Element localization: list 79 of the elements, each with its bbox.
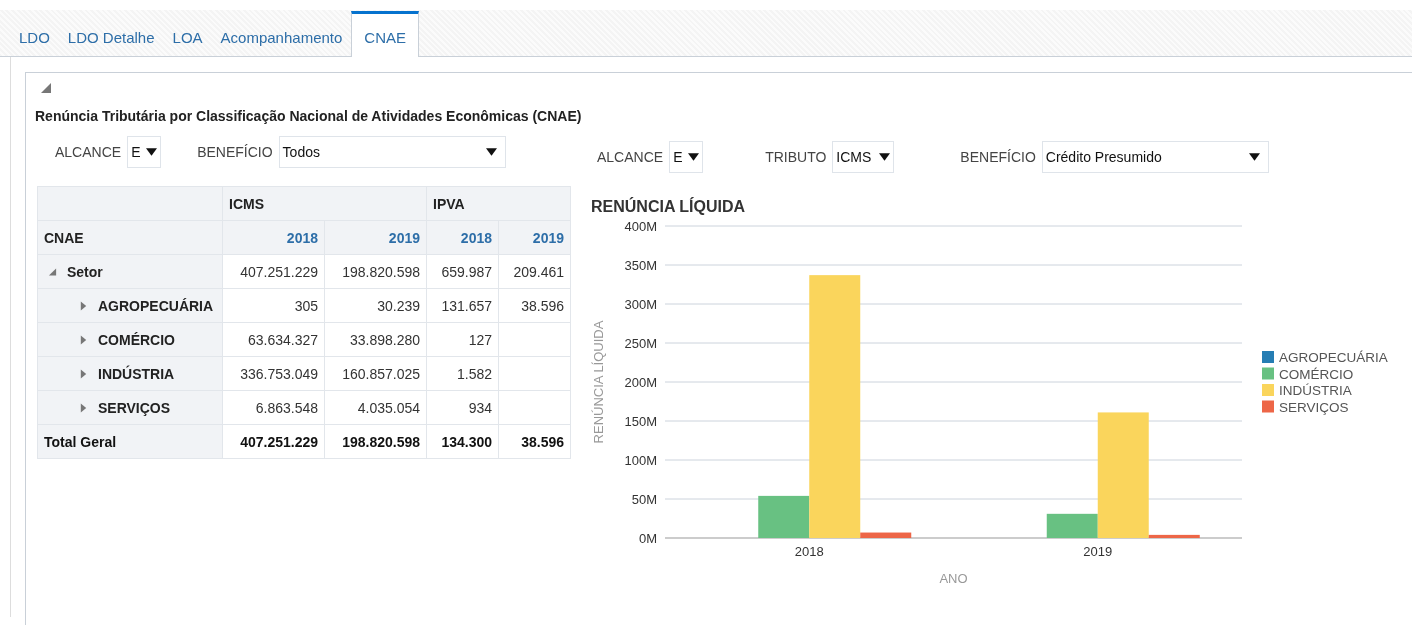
legend-label: COMÉRCIO (1279, 366, 1354, 382)
expand-icon[interactable] (79, 300, 88, 311)
filter-label: ALCANCE (597, 149, 664, 165)
x-tick-label: 2018 (794, 544, 824, 559)
column-header: IPVA (426, 186, 571, 221)
table-cell: 134.300 (426, 424, 499, 459)
caret-icon (146, 148, 158, 156)
legend-label: SERVIÇOS (1279, 399, 1349, 415)
row-label-text: AGROPECUÁRIA (98, 297, 214, 314)
x-axis-title: ANO (939, 571, 968, 586)
table-cell: 659.987 (426, 254, 499, 289)
table-cell: 407.251.229 (222, 424, 325, 459)
table-cell: 33.898.280 (324, 322, 427, 357)
expand-icon[interactable] (79, 402, 88, 413)
legend-label: INDÚSTRIA (1279, 383, 1352, 398)
row-label-text: INDÚSTRIA (98, 365, 175, 382)
y-tick-label: 200M (624, 375, 657, 390)
y-tick-label: 100M (624, 453, 657, 468)
table-cell: 209.461 (498, 254, 571, 289)
collapse-icon[interactable] (48, 266, 57, 277)
filter-label: TRIBUTO (765, 149, 827, 165)
dropdown[interactable]: E (127, 136, 162, 168)
table-cell: 127 (426, 322, 499, 357)
tab[interactable]: LDO (10, 12, 59, 56)
table-cell: 198.820.598 (324, 254, 427, 289)
column-header[interactable]: 2019 (498, 220, 571, 255)
table-cell: 38.596 (498, 288, 571, 323)
y-tick-label: 150M (624, 414, 657, 429)
y-tick-label: 350M (624, 258, 657, 273)
table-cell: 6.863.548 (222, 390, 325, 425)
expand-icon[interactable] (79, 368, 88, 379)
dropdown[interactable]: E (669, 141, 704, 173)
caret-icon (485, 148, 497, 156)
column-header[interactable]: 2018 (222, 220, 325, 255)
row-label-text: SERVIÇOS (98, 399, 171, 416)
row-label-text: Setor (67, 263, 103, 280)
row-label-text: Total Geral (44, 433, 117, 450)
caret-icon (879, 153, 891, 161)
table-cell: 131.657 (426, 288, 499, 323)
dropdown[interactable]: ICMS (832, 141, 895, 173)
tab[interactable]: LDO Detalhe (58, 12, 164, 56)
row-label-text: COMÉRCIO (98, 331, 175, 348)
caret-icon (688, 153, 700, 161)
tab[interactable]: Acompanhamento (211, 12, 352, 56)
table-cell: 160.857.025 (324, 356, 427, 391)
tab[interactable]: LOA (163, 12, 212, 56)
table-cell: 336.753.049 (222, 356, 325, 391)
table-cell: 38.596 (498, 424, 571, 459)
row-header: CNAE (37, 220, 223, 255)
expand-icon[interactable] (79, 334, 88, 345)
table-cell: 305 (222, 288, 325, 323)
y-tick-label: 400M (624, 219, 657, 234)
table-cell: 198.820.598 (324, 424, 427, 459)
table-cell: 407.251.229 (222, 254, 325, 289)
y-tick-label: 300M (624, 297, 657, 312)
column-header[interactable]: 2019 (324, 220, 427, 255)
x-tick-label: 2019 (1083, 544, 1113, 559)
column-header: ICMS (222, 186, 427, 221)
dropdown[interactable]: Todos (278, 136, 506, 168)
filter-label: BENEFÍCIO (197, 144, 273, 160)
y-tick-label: 0M (638, 531, 657, 546)
filter-label: ALCANCE (55, 144, 122, 160)
y-tick-label: 50M (631, 492, 657, 507)
table-cell: 934 (426, 390, 499, 425)
chart-title: RENÚNCIA LÍQUIDA (591, 198, 746, 215)
filter-label: BENEFÍCIO (960, 149, 1036, 165)
table-cell: 63.634.327 (222, 322, 325, 357)
table-cell: 30.239 (324, 288, 427, 323)
tab[interactable]: CNAE (351, 11, 419, 57)
dropdown[interactable]: Crédito Presumido (1041, 141, 1269, 173)
panel-title: Renúncia Tributária por Classificação Nacional de Atividades Econômicas (CNAE) (35, 108, 583, 124)
caret-icon (1248, 153, 1260, 161)
y-tick-label: 250M (624, 336, 657, 351)
table-cell: 1.582 (426, 356, 499, 391)
table-cell: 4.035.054 (324, 390, 427, 425)
legend-label: AGROPECUÁRIA (1279, 350, 1388, 365)
y-axis-title: RENÚNCIA LÍQUIDA (591, 320, 606, 444)
collapse-icon[interactable] (41, 83, 51, 93)
column-header[interactable]: 2018 (426, 220, 499, 255)
